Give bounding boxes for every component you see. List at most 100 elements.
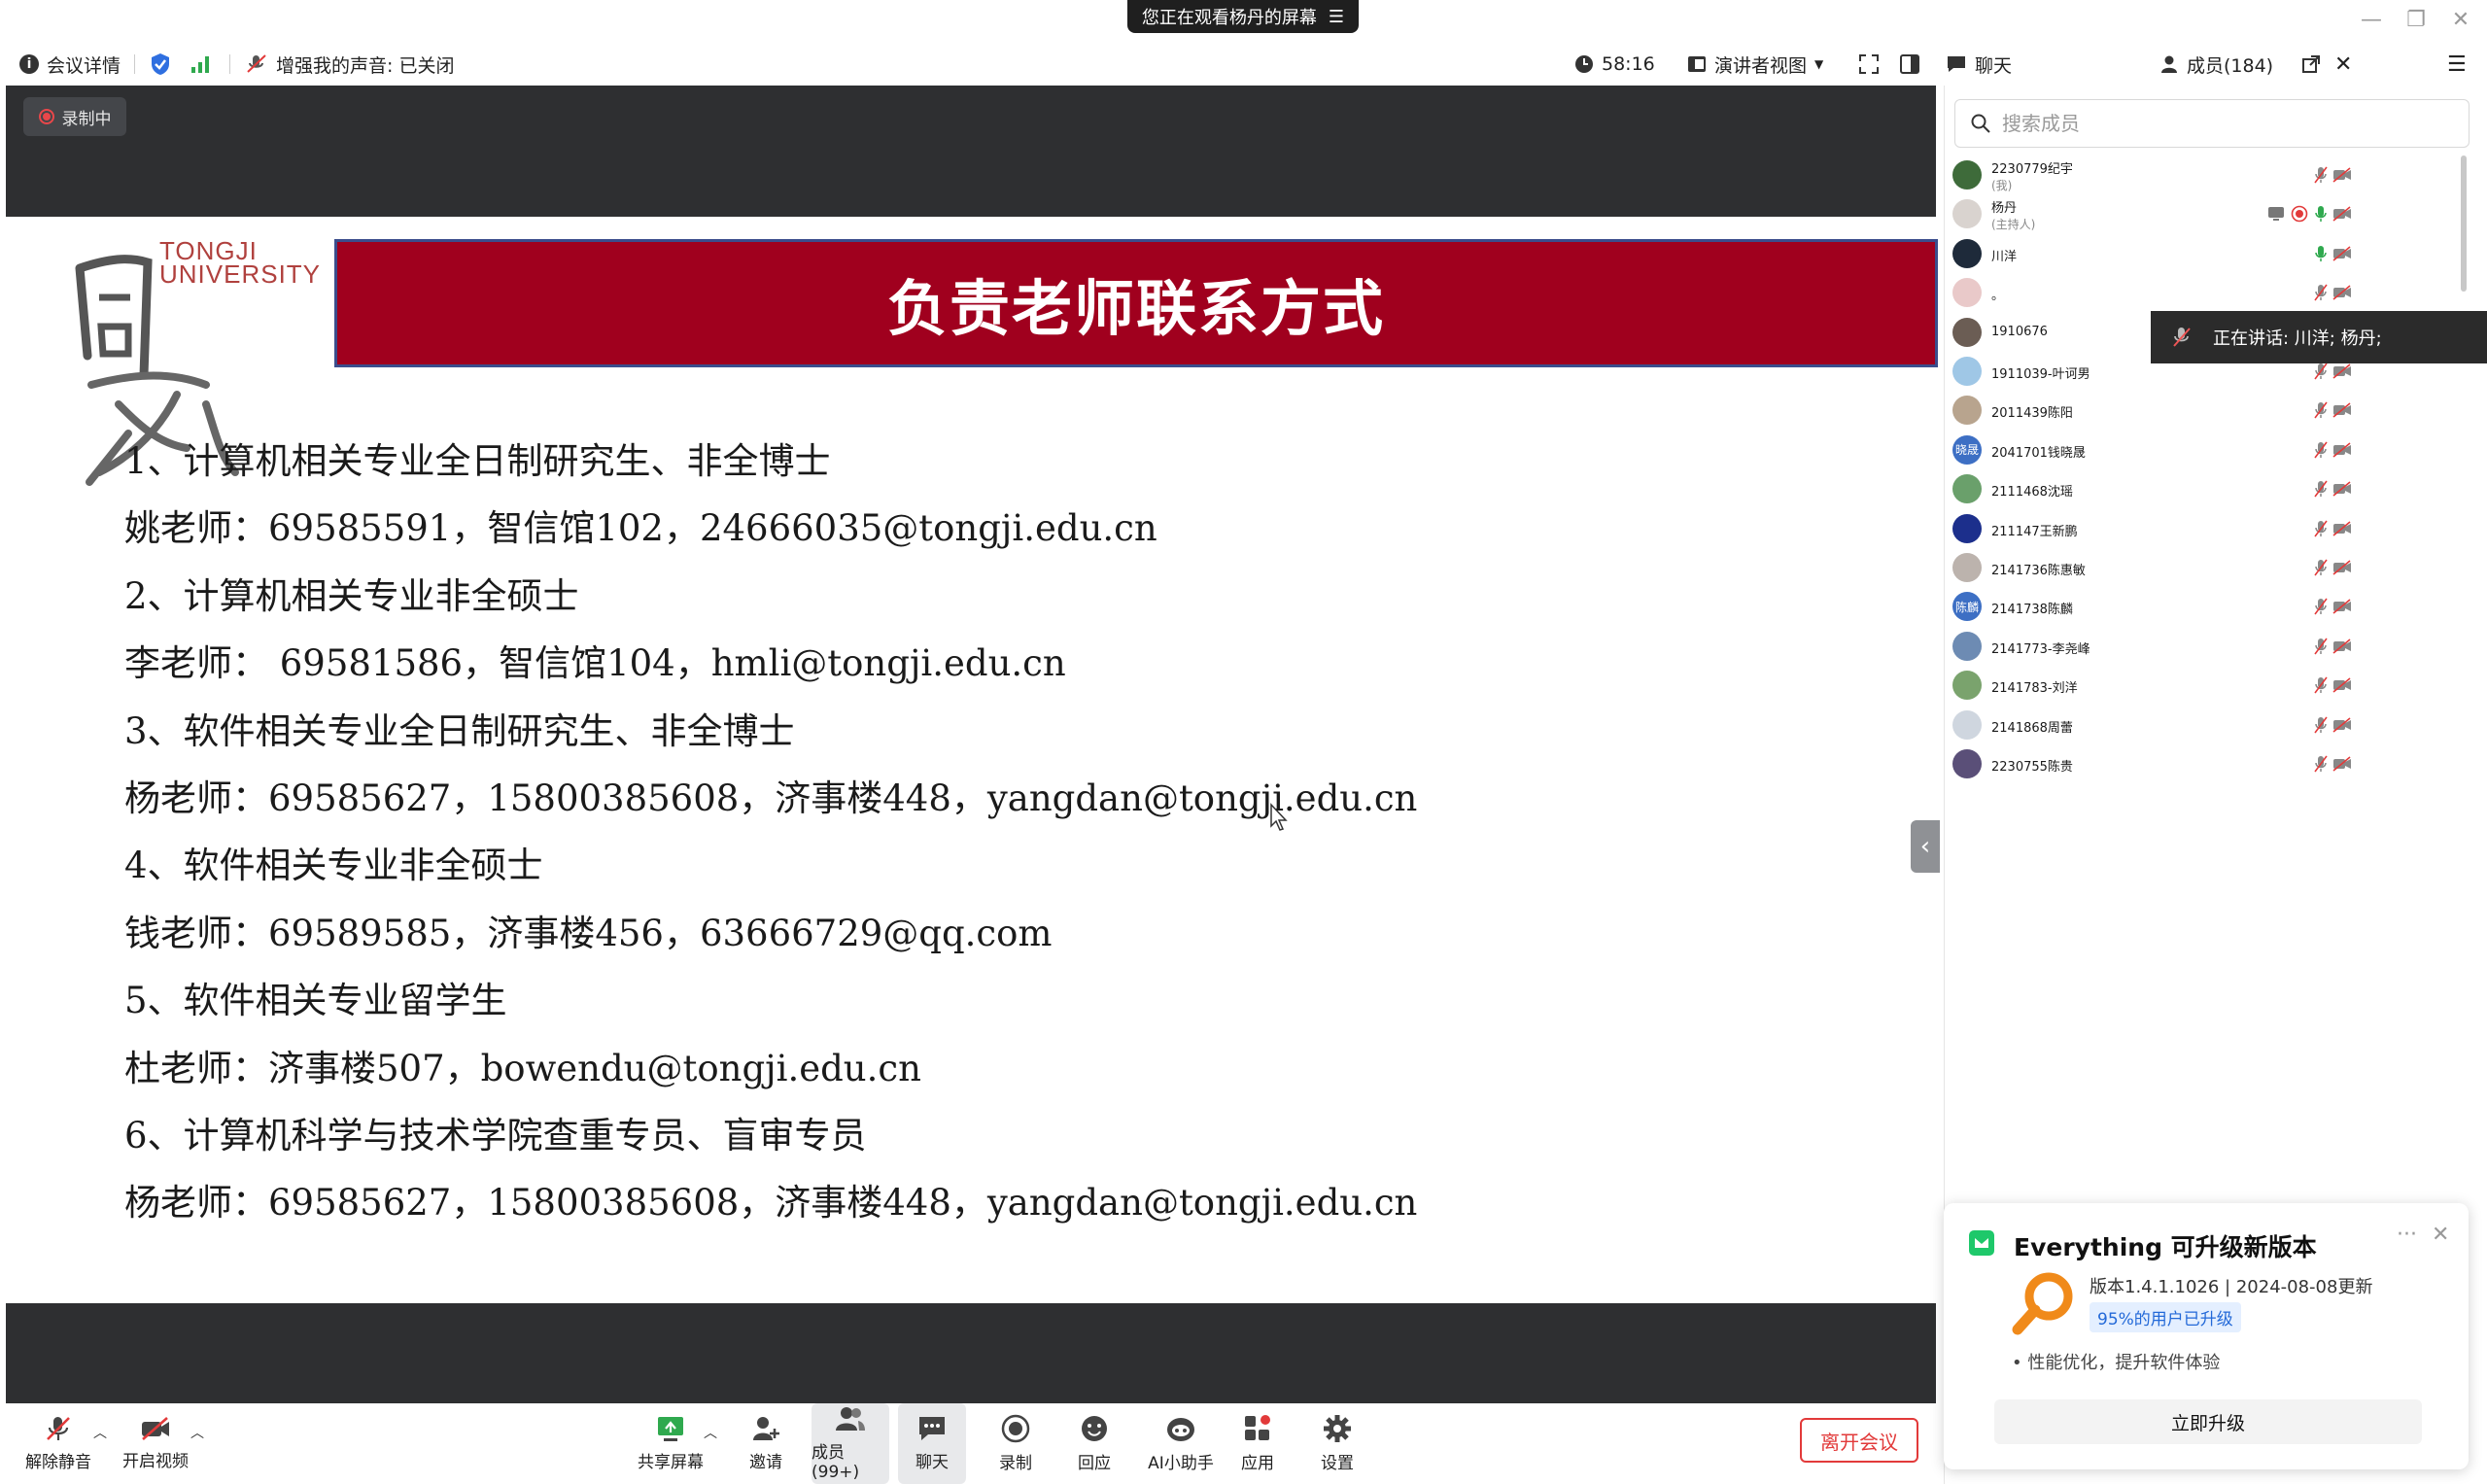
- minimize-icon[interactable]: —: [2352, 4, 2391, 35]
- enhance-voice-toggle[interactable]: 增强我的声音: 已关闭: [245, 43, 454, 86]
- hamburger-menu-icon[interactable]: ☰: [2447, 43, 2467, 86]
- avatar: [1952, 709, 1982, 740]
- search-input[interactable]: [2002, 112, 2430, 135]
- avatar: [1952, 513, 1982, 543]
- member-name: 杨丹: [1991, 201, 2018, 217]
- camera-off-icon[interactable]: [2330, 673, 2355, 698]
- leave-meeting-button[interactable]: 离开会议: [1800, 1418, 1918, 1463]
- members-button[interactable]: 成员(99+): [812, 1403, 889, 1484]
- camera-off-icon[interactable]: [2330, 241, 2355, 266]
- shared-screen-view: 录制中 TONGJI UNIVERSITY 负责老师联系方式 1、计算机相关专业…: [6, 86, 1940, 1403]
- chat-tab[interactable]: 聊天: [1946, 43, 2012, 86]
- slide-title-banner: 负责老师联系方式: [334, 239, 1938, 367]
- clock-icon: [1575, 55, 1593, 73]
- view-mode-dropdown[interactable]: 演讲者视图 ▼: [1687, 43, 1823, 86]
- more-options-icon[interactable]: ···: [2397, 1223, 2417, 1247]
- member-name: 2141738陈麟: [1991, 603, 2073, 618]
- close-icon[interactable]: ✕: [2441, 4, 2480, 35]
- avatar: [1952, 749, 1982, 778]
- side-panel-toggle-icon[interactable]: [1899, 43, 1920, 86]
- camera-off-icon[interactable]: [2330, 634, 2355, 659]
- camera-off-icon[interactable]: [2330, 516, 2355, 541]
- slide-line: 杨老师：69585627，15800385608，济事楼448，yangdan@…: [124, 1182, 1418, 1225]
- member-name: 2041701钱晓晟: [1991, 445, 2086, 461]
- camera-off-icon[interactable]: [2330, 712, 2355, 738]
- slide-line: 1、计算机相关专业全日制研究生、非全博士: [124, 440, 831, 482]
- meeting-controls-bar: 解除静音 ︿ 开启视频 ︿ 共享屏幕 ︿ 邀请 成员(99+) 聊天 录制 回应…: [0, 1403, 1944, 1484]
- member-name: 2141868周蕾: [1991, 720, 2073, 736]
- avatar: [1952, 671, 1982, 701]
- chat-tab-label: 聊天: [1975, 54, 2013, 77]
- members-tab[interactable]: 成员(184): [2159, 43, 2273, 86]
- camera-off-icon[interactable]: [2330, 201, 2355, 226]
- settings-button[interactable]: 设置: [1298, 1403, 1376, 1484]
- chat-label: 聊天: [915, 1453, 949, 1472]
- popup-feature: • 性能优化，提升软件体验: [2012, 1353, 2221, 1373]
- signal-strength-icon[interactable]: [190, 43, 212, 86]
- popout-icon[interactable]: [2301, 43, 2321, 86]
- chat-button[interactable]: 聊天: [898, 1403, 966, 1484]
- camera-off-icon[interactable]: [2330, 555, 2355, 580]
- reaction-button[interactable]: 回应: [1055, 1403, 1133, 1484]
- camera-off-icon[interactable]: [2330, 162, 2355, 188]
- apps-grid-icon: [1245, 1415, 1270, 1440]
- video-options-chevron-icon[interactable]: ︿: [190, 1423, 204, 1442]
- member-list-scrollbar[interactable]: [2461, 155, 2467, 292]
- collapse-panel-chevron-icon[interactable]: ‹: [1911, 820, 1940, 873]
- share-banner-text: 您正在观看杨丹的屏幕: [1141, 8, 1317, 28]
- camera-off-icon[interactable]: [2330, 476, 2355, 501]
- avatar: [1952, 474, 1982, 504]
- fullscreen-icon[interactable]: [1858, 43, 1880, 86]
- slide-line: 李老师： 69581586，智信馆104，hmli@tongji.edu.cn: [124, 642, 1066, 685]
- mic-muted-icon: [47, 1417, 70, 1440]
- screen-share-banner[interactable]: 您正在观看杨丹的屏幕 ☰: [1127, 0, 1359, 33]
- invite-button[interactable]: 邀请: [727, 1403, 805, 1484]
- search-icon: [1971, 114, 1990, 133]
- slide-line: 姚老师：69585591，智信馆102，24666035@tongji.edu.…: [124, 507, 1157, 550]
- share-screen-button[interactable]: 共享屏幕: [632, 1403, 709, 1484]
- camera-off-icon[interactable]: [2330, 437, 2355, 463]
- unmute-button[interactable]: 解除静音: [19, 1403, 97, 1484]
- recording-badge[interactable]: 录制中: [23, 97, 126, 136]
- close-panel-icon[interactable]: ✕: [2334, 43, 2352, 86]
- meeting-info-button[interactable]: i 会议详情: [19, 43, 121, 86]
- share-top-bar: 录制中: [6, 86, 1936, 217]
- slide-line: 杜老师：济事楼507，bowendu@tongji.edu.cn: [124, 1047, 921, 1089]
- member-search-box[interactable]: [1954, 99, 2470, 148]
- apps-button[interactable]: 应用: [1219, 1403, 1296, 1484]
- member-name: 2011439陈阳: [1991, 406, 2073, 422]
- audio-options-chevron-icon[interactable]: ︿: [93, 1423, 107, 1442]
- avatar: [1952, 631, 1982, 661]
- camera-off-icon[interactable]: [2330, 594, 2355, 619]
- divider: [134, 54, 135, 74]
- record-icon: [1001, 1414, 1030, 1443]
- everything-search-icon: [2012, 1272, 2073, 1335]
- layout-icon: [1688, 56, 1706, 72]
- avatar: [1952, 553, 1982, 582]
- menu-icon[interactable]: ☰: [1329, 7, 1344, 27]
- camera-off-icon[interactable]: [2330, 280, 2355, 305]
- chevron-down-icon: ▼: [1814, 57, 1824, 71]
- member-row[interactable]: 2230755陈贵: [1945, 740, 2477, 804]
- security-shield-icon[interactable]: [150, 43, 171, 86]
- restore-icon[interactable]: ❐: [2397, 4, 2435, 35]
- share-options-chevron-icon[interactable]: ︿: [704, 1423, 717, 1442]
- record-button[interactable]: 录制: [977, 1403, 1054, 1484]
- apps-label: 应用: [1241, 1454, 1274, 1473]
- meeting-info-label: 会议详情: [47, 54, 121, 77]
- ai-robot-icon: [1167, 1418, 1194, 1441]
- popup-version: 版本1.4.1.1026 | 2024-08-08更新: [2090, 1277, 2373, 1297]
- camera-off-icon[interactable]: [2330, 751, 2355, 777]
- avatar: [1952, 199, 1982, 229]
- slide-line: 3、软件相关专业全日制研究生、非全博士: [124, 709, 795, 752]
- share-screen-icon: [658, 1417, 683, 1441]
- gear-icon: [1324, 1415, 1351, 1442]
- upgrade-now-button[interactable]: 立即升级: [1994, 1399, 2422, 1444]
- meeting-timer: 58:16: [1574, 43, 1655, 86]
- slide-line: 5、软件相关专业留学生: [124, 980, 507, 1022]
- close-popup-icon[interactable]: ✕: [2432, 1223, 2449, 1247]
- invite-label: 邀请: [749, 1453, 782, 1472]
- ai-assistant-button[interactable]: AI小助手: [1137, 1403, 1225, 1484]
- start-video-button[interactable]: 开启视频: [117, 1403, 194, 1484]
- camera-off-icon[interactable]: [2330, 397, 2355, 423]
